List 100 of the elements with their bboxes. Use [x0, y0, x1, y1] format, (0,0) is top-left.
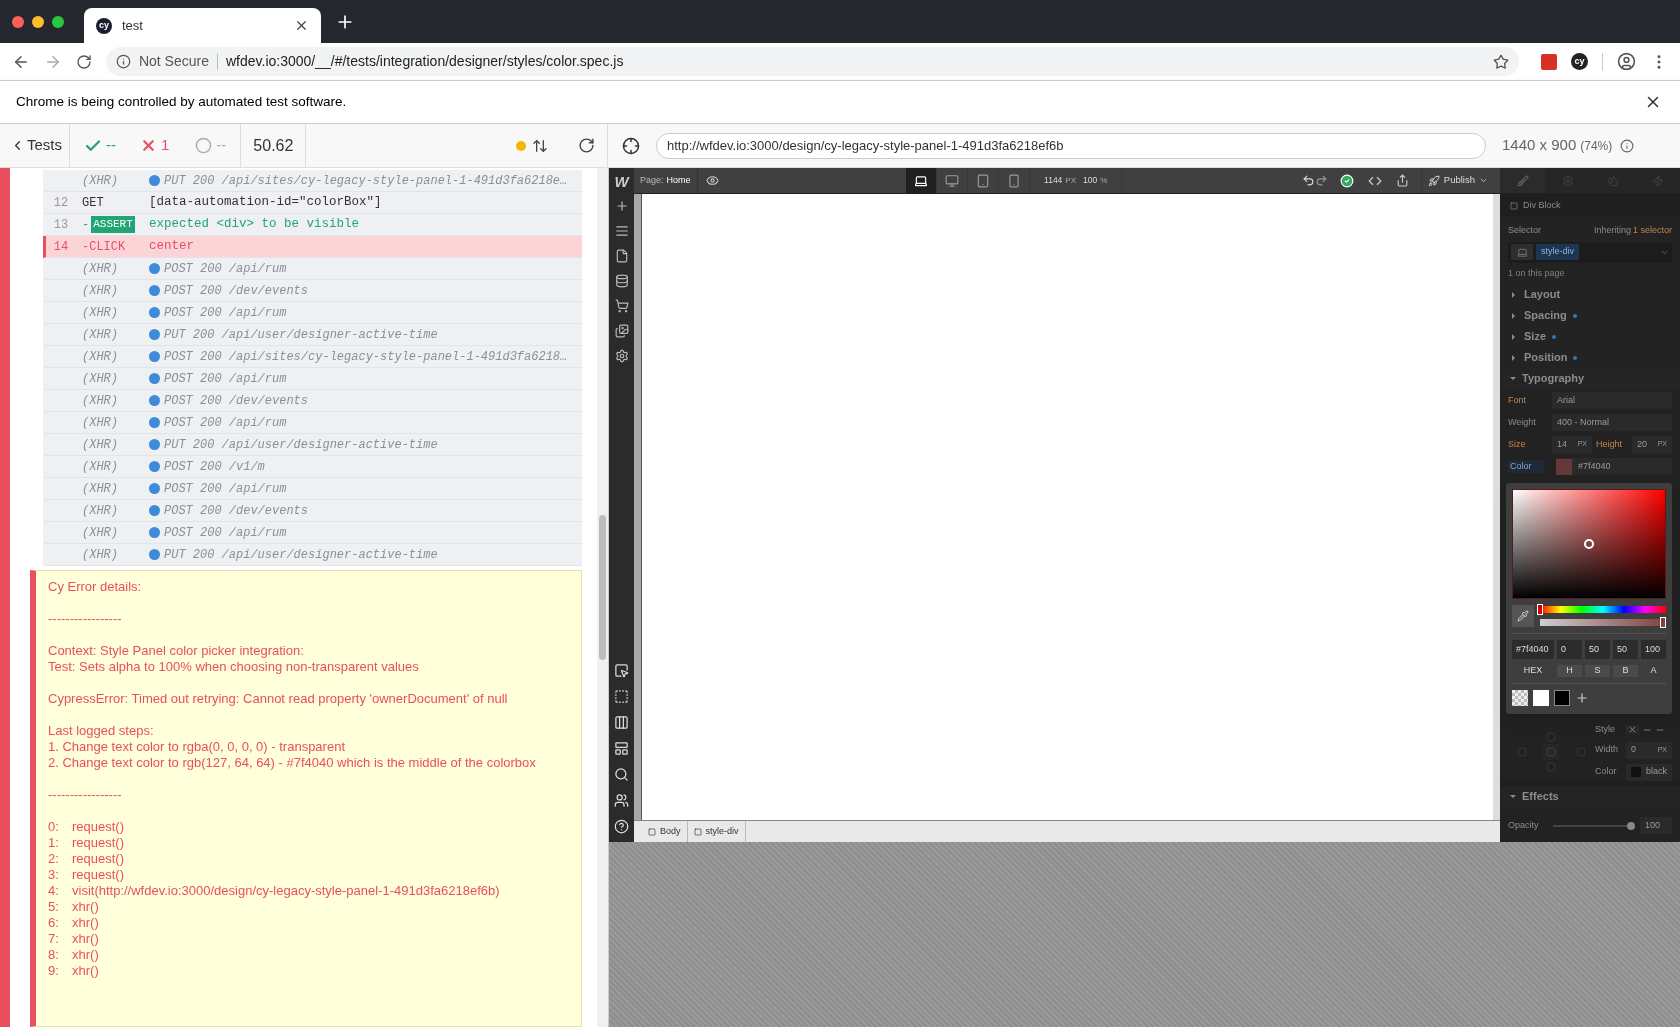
step-index: 4:: [48, 883, 60, 899]
eyedropper-icon[interactable]: [1517, 610, 1529, 622]
passed-count: --: [106, 135, 116, 156]
address-bar[interactable]: Not Secure wfdev.io:3000/__/#/tests/integration/designer/styles/color.spec.js: [105, 47, 1520, 76]
laptop-icon[interactable]: [906, 167, 938, 194]
section-header[interactable]: Effects: [1500, 785, 1680, 807]
page-url: wfdev.io:3000/__/#/tests/integration/designer/styles/color.spec.js: [225, 52, 625, 71]
opacity-field[interactable]: 100: [1640, 817, 1672, 835]
section-header[interactable]: Typography: [1500, 368, 1680, 389]
color-value-field[interactable]: #7f4040: [1512, 640, 1554, 659]
search-icon[interactable]: [614, 767, 629, 782]
close-window-button[interactable]: [12, 15, 24, 28]
command-message: POST 200 /api/rum: [164, 260, 287, 278]
layout-icon[interactable]: [614, 741, 629, 756]
command-message: POST 200 /dev/events: [164, 282, 309, 300]
color-value-field[interactable]: 0: [1557, 640, 1582, 659]
minimize-window-button[interactable]: [32, 15, 44, 28]
command-name: (XHR): [82, 348, 118, 366]
color-value-field[interactable]: 100: [1641, 640, 1666, 659]
settings-icon[interactable]: [614, 349, 629, 363]
color-value-field[interactable]: 50: [1613, 640, 1638, 659]
hue-slider[interactable]: [1540, 606, 1666, 613]
laptop-icon: [1516, 246, 1528, 258]
hue-thumb[interactable]: [1537, 604, 1543, 615]
section-header[interactable]: Layout: [1500, 284, 1680, 305]
line-number: 12: [53, 194, 69, 212]
command-name: -CLICK: [82, 238, 126, 256]
alpha-thumb[interactable]: [1660, 617, 1666, 628]
pages-icon[interactable]: [614, 249, 629, 263]
page-name[interactable]: Home: [666, 173, 691, 188]
no-border-icon[interactable]: [1628, 725, 1637, 735]
command-message: POST 200 /api/rum: [164, 480, 287, 498]
redo-icon[interactable]: [1314, 174, 1328, 187]
add-swatch-icon[interactable]: [1575, 691, 1589, 705]
images-icon[interactable]: [614, 324, 629, 338]
command-message: POST 200 /api/rum: [164, 524, 287, 542]
color-mode-label: H: [1557, 665, 1582, 677]
account-icon[interactable]: [1617, 52, 1636, 71]
command-message: expected <div> to be visible: [149, 216, 360, 234]
color-swatch[interactable]: [1533, 690, 1549, 706]
navigator-icon[interactable]: [614, 224, 629, 238]
border-color-field[interactable]: black: [1626, 763, 1672, 781]
help-icon[interactable]: [614, 819, 629, 834]
scrollbar-thumb[interactable]: [599, 515, 606, 660]
transparent-swatch[interactable]: [1512, 690, 1528, 706]
browser-tab[interactable]: cy test: [84, 8, 321, 43]
command-name: (XHR): [82, 304, 118, 322]
maximize-window-button[interactable]: [52, 15, 64, 28]
opacity-thumb[interactable]: [1626, 821, 1635, 830]
section-header[interactable]: Position: [1500, 347, 1680, 368]
saturation-brightness-area[interactable]: [1512, 489, 1666, 599]
style-label: Style: [1595, 723, 1616, 736]
app-url-field[interactable]: http://wfdev.io:3000/design/cy-legacy-style-panel-1-491d3fa6218ef6b: [656, 132, 1486, 159]
canvas-scrollbar[interactable]: [1493, 194, 1500, 820]
people-icon[interactable]: [614, 793, 629, 808]
reload-icon[interactable]: [75, 53, 92, 70]
preview-icon[interactable]: [705, 174, 719, 187]
tests-button[interactable]: Tests: [0, 124, 70, 167]
color-point[interactable]: [1584, 539, 1594, 549]
bookmark-star-icon[interactable]: [1493, 53, 1510, 70]
selector-playground-icon[interactable]: [622, 136, 640, 155]
selector-field[interactable]: style-div: [1508, 241, 1672, 263]
weight-select[interactable]: 400 - Normal: [1552, 414, 1672, 431]
zoom-unit: %: [1100, 174, 1108, 187]
security-label: Not Secure: [138, 52, 209, 71]
publish-button[interactable]: Publish: [1420, 168, 1494, 193]
grid-icon[interactable]: [614, 715, 629, 730]
rerun-icon[interactable]: [578, 137, 595, 154]
step-text: request(): [72, 851, 125, 867]
section-header[interactable]: Spacing: [1500, 305, 1680, 326]
section-header[interactable]: Size: [1500, 326, 1680, 347]
extension-logo[interactable]: cy: [1571, 53, 1589, 70]
font-select[interactable]: Arial: [1552, 392, 1672, 409]
alpha-slider[interactable]: [1540, 619, 1666, 626]
undo-icon[interactable]: [1301, 174, 1315, 187]
border-color-label: Color: [1595, 765, 1618, 779]
select-icon[interactable]: [614, 663, 629, 678]
add-icon[interactable]: [614, 199, 629, 213]
color-value-field[interactable]: 50: [1585, 640, 1610, 659]
database-icon[interactable]: [614, 274, 629, 288]
command-message: PUT 200 /api/user/designer-active-time: [164, 436, 438, 454]
checkbox-icon: [1510, 201, 1518, 210]
page-label: Page:: [640, 173, 664, 187]
close-tab-icon[interactable]: [294, 18, 309, 33]
square-icon: [648, 827, 656, 836]
outline-icon[interactable]: [614, 689, 629, 704]
info-icon: [115, 54, 131, 69]
color-field[interactable]: #7f4040: [1556, 458, 1672, 475]
command-message: POST 200 /v1/m: [164, 458, 265, 476]
color-swatch[interactable]: [1554, 690, 1570, 706]
command-name: (XHR): [82, 260, 118, 278]
extension-icon[interactable]: [1541, 53, 1558, 70]
step-index: 2:: [48, 851, 60, 867]
command-name: (XHR): [82, 392, 118, 410]
resize-icon[interactable]: [532, 137, 548, 154]
eyedropper-button[interactable]: [1512, 605, 1534, 627]
command-name: (XHR): [82, 370, 118, 388]
export-icon[interactable]: [1395, 174, 1409, 187]
step-index: 3:: [48, 867, 60, 883]
cart-icon[interactable]: [614, 299, 629, 313]
